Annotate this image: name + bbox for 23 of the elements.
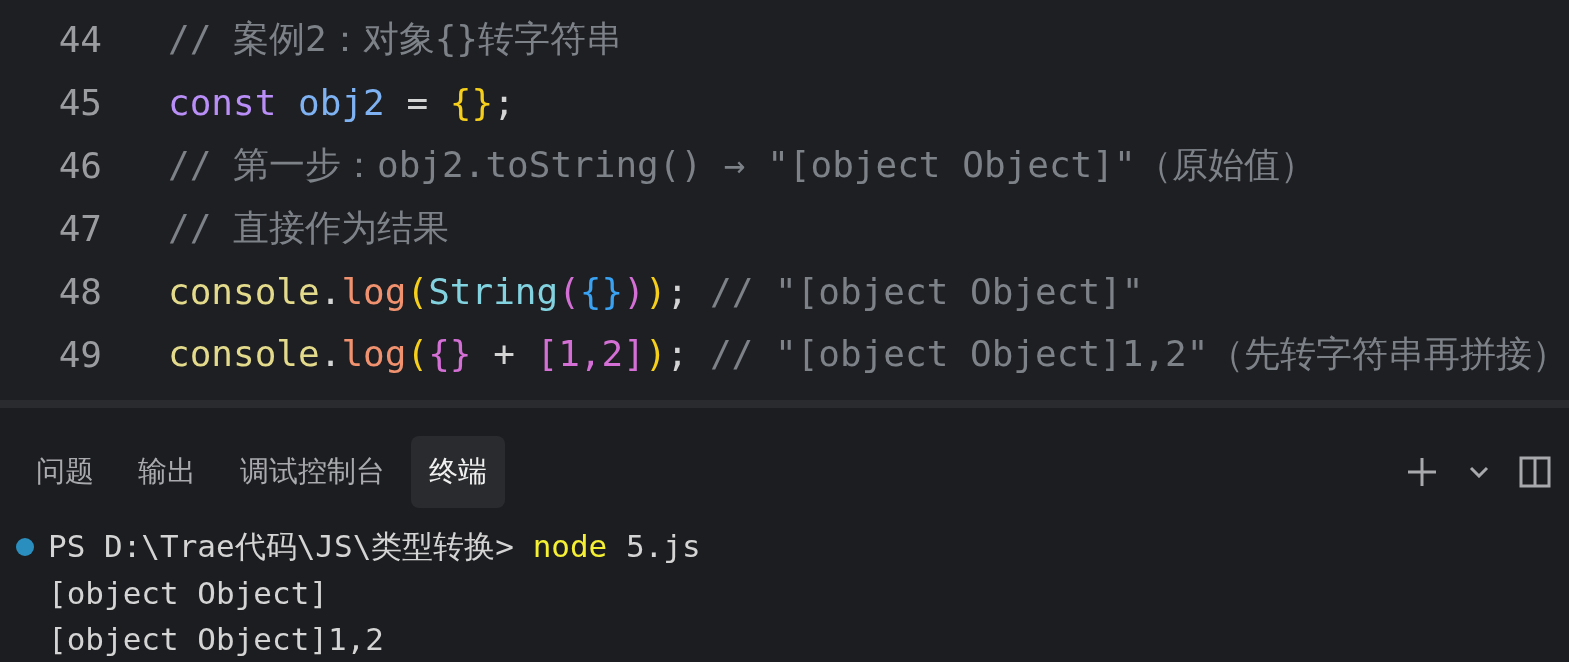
status-dot bbox=[16, 538, 34, 556]
code-line: // 第一步：obj2.toString() → "[object Object]"（原始值） bbox=[168, 143, 1316, 187]
code-line: console.log({} + [1,2]); // "[object Object]1,2"（先转字符串再拼接） bbox=[168, 332, 1569, 376]
terminal-output: [object Object] bbox=[48, 575, 328, 611]
code-line: const obj2 = {}; bbox=[168, 82, 515, 123]
code-line: // 直接作为结果 bbox=[168, 206, 450, 250]
line-number: 48 bbox=[57, 271, 102, 312]
line-number: 46 bbox=[57, 145, 102, 186]
line-number: 44 bbox=[57, 19, 102, 60]
code-line: console.log(String({})); // "[object Object]" bbox=[168, 271, 1144, 312]
line-number: 45 bbox=[57, 82, 102, 123]
panel-tab[interactable]: 问题 bbox=[18, 436, 112, 508]
chevron-down-icon[interactable] bbox=[1469, 466, 1489, 478]
panel-tab[interactable]: 调试控制台 bbox=[222, 436, 403, 508]
split-icon[interactable] bbox=[1519, 456, 1551, 488]
code-line: // 案例2：对象{}转字符串 bbox=[168, 17, 623, 61]
panel-tab[interactable]: 输出 bbox=[120, 436, 214, 508]
line-number: 47 bbox=[57, 208, 102, 249]
terminal-output: [object Object]1,2 bbox=[48, 621, 384, 657]
panel-tab[interactable]: 终端 bbox=[411, 436, 505, 508]
line-number: 49 bbox=[57, 334, 102, 375]
terminal-command: PS D:\Trae代码\JS\类型转换> node 5.js bbox=[48, 527, 701, 566]
plus-icon[interactable] bbox=[1405, 455, 1439, 489]
